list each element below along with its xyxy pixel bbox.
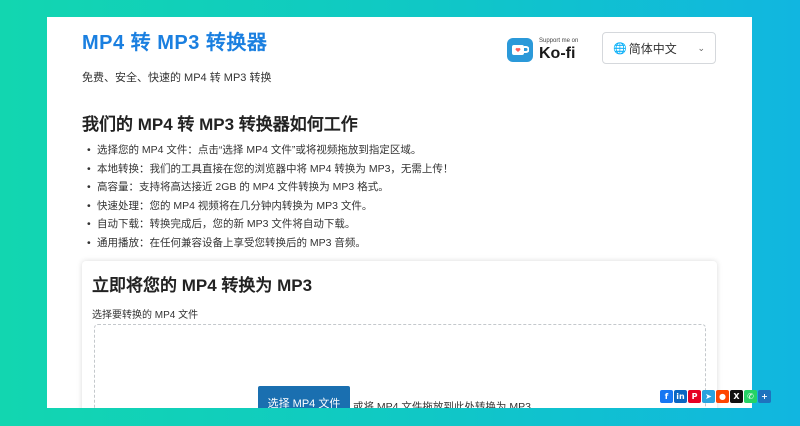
bullet-icon: • xyxy=(87,144,91,156)
list-item: • 本地转换：我们的工具直接在您的浏览器中将 MP4 转换为 MP3，无需上传！ xyxy=(87,160,453,179)
globe-icon: 🌐 xyxy=(613,42,627,55)
step-text: 选择您的 MP4 文件：点击“选择 MP4 文件”或将视频拖放到指定区域。 xyxy=(97,144,422,156)
share-bar: f in P ➤ ● X ✆ + xyxy=(660,390,771,403)
list-item: • 通用播放：在任何兼容设备上享受您转换后的 MP3 音频。 xyxy=(87,234,453,253)
how-it-works-heading: 我们的 MP4 转 MP3 转换器如何工作 xyxy=(82,115,358,134)
page-container: MP4 转 MP3 转换器 免费、安全、快速的 MP4 转 MP3 转换 Sup… xyxy=(47,17,752,408)
kofi-cup-icon xyxy=(507,38,533,62)
steps-list: • 选择您的 MP4 文件：点击“选择 MP4 文件”或将视频拖放到指定区域。 •… xyxy=(87,141,453,252)
step-text: 高容量：支持将高达接近 2GB 的 MP4 文件转换为 MP3 格式。 xyxy=(97,181,389,193)
site-subtitle: 免费、安全、快速的 MP4 转 MP3 转换 xyxy=(82,72,272,84)
chevron-down-icon: ⌄ xyxy=(697,42,705,53)
site-title[interactable]: MP4 转 MP3 转换器 xyxy=(82,26,267,55)
whatsapp-icon[interactable]: ✆ xyxy=(744,390,757,403)
pinterest-icon[interactable]: P xyxy=(688,390,701,403)
choose-file-button[interactable]: 选择 MP4 文件 xyxy=(258,386,350,408)
linkedin-icon[interactable]: in xyxy=(674,390,687,403)
list-item: • 高容量：支持将高达接近 2GB 的 MP4 文件转换为 MP3 格式。 xyxy=(87,178,453,197)
x-icon[interactable]: X xyxy=(730,390,743,403)
language-selected: 简体中文 xyxy=(628,41,677,56)
step-text: 快速处理：您的 MP4 视频将在几分钟内转换为 MP3 文件。 xyxy=(97,199,373,212)
step-text: 自动下载：转换完成后，您的新 MP3 文件将自动下载。 xyxy=(97,218,356,230)
bullet-icon: • xyxy=(87,236,91,249)
kofi-text: Support me on Ko-fi xyxy=(539,38,578,62)
file-input-label: 选择要转换的 MP4 文件 xyxy=(92,310,199,321)
bullet-icon: • xyxy=(87,181,91,193)
step-text: 通用播放：在任何兼容设备上享受您转换后的 MP3 音频。 xyxy=(97,236,366,249)
bullet-icon: • xyxy=(87,199,91,212)
bullet-icon: • xyxy=(87,162,91,175)
kofi-support-button[interactable]: Support me on Ko-fi xyxy=(507,33,591,67)
step-text: 本地转换：我们的工具直接在您的浏览器中将 MP4 转换为 MP3，无需上传！ xyxy=(97,162,454,175)
telegram-icon[interactable]: ➤ xyxy=(702,390,715,403)
kofi-small-text: Support me on xyxy=(539,38,579,44)
converter-card: 立即将您的 MP4 转换为 MP3 选择要转换的 MP4 文件 选择 MP4 文… xyxy=(82,261,717,408)
reddit-icon[interactable]: ● xyxy=(716,390,729,403)
list-item: • 快速处理：您的 MP4 视频将在几分钟内转换为 MP3 文件。 xyxy=(87,197,453,216)
list-item: • 选择您的 MP4 文件：点击“选择 MP4 文件”或将视频拖放到指定区域。 xyxy=(87,141,453,160)
list-item: • 自动下载：转换完成后，您的新 MP3 文件将自动下载。 xyxy=(87,215,453,234)
drop-hint-text: 或将 MP4 文件拖放到此处转换为 MP3。 xyxy=(353,401,542,408)
language-select[interactable]: 🌐 简体中文 ⌄ xyxy=(602,32,716,64)
file-dropzone[interactable] xyxy=(94,324,706,408)
kofi-brand-text: Ko-fi xyxy=(539,45,576,62)
converter-heading: 立即将您的 MP4 转换为 MP3 xyxy=(92,276,313,295)
share-more-icon[interactable]: + xyxy=(758,390,771,403)
bullet-icon: • xyxy=(87,218,91,230)
facebook-icon[interactable]: f xyxy=(660,390,673,403)
